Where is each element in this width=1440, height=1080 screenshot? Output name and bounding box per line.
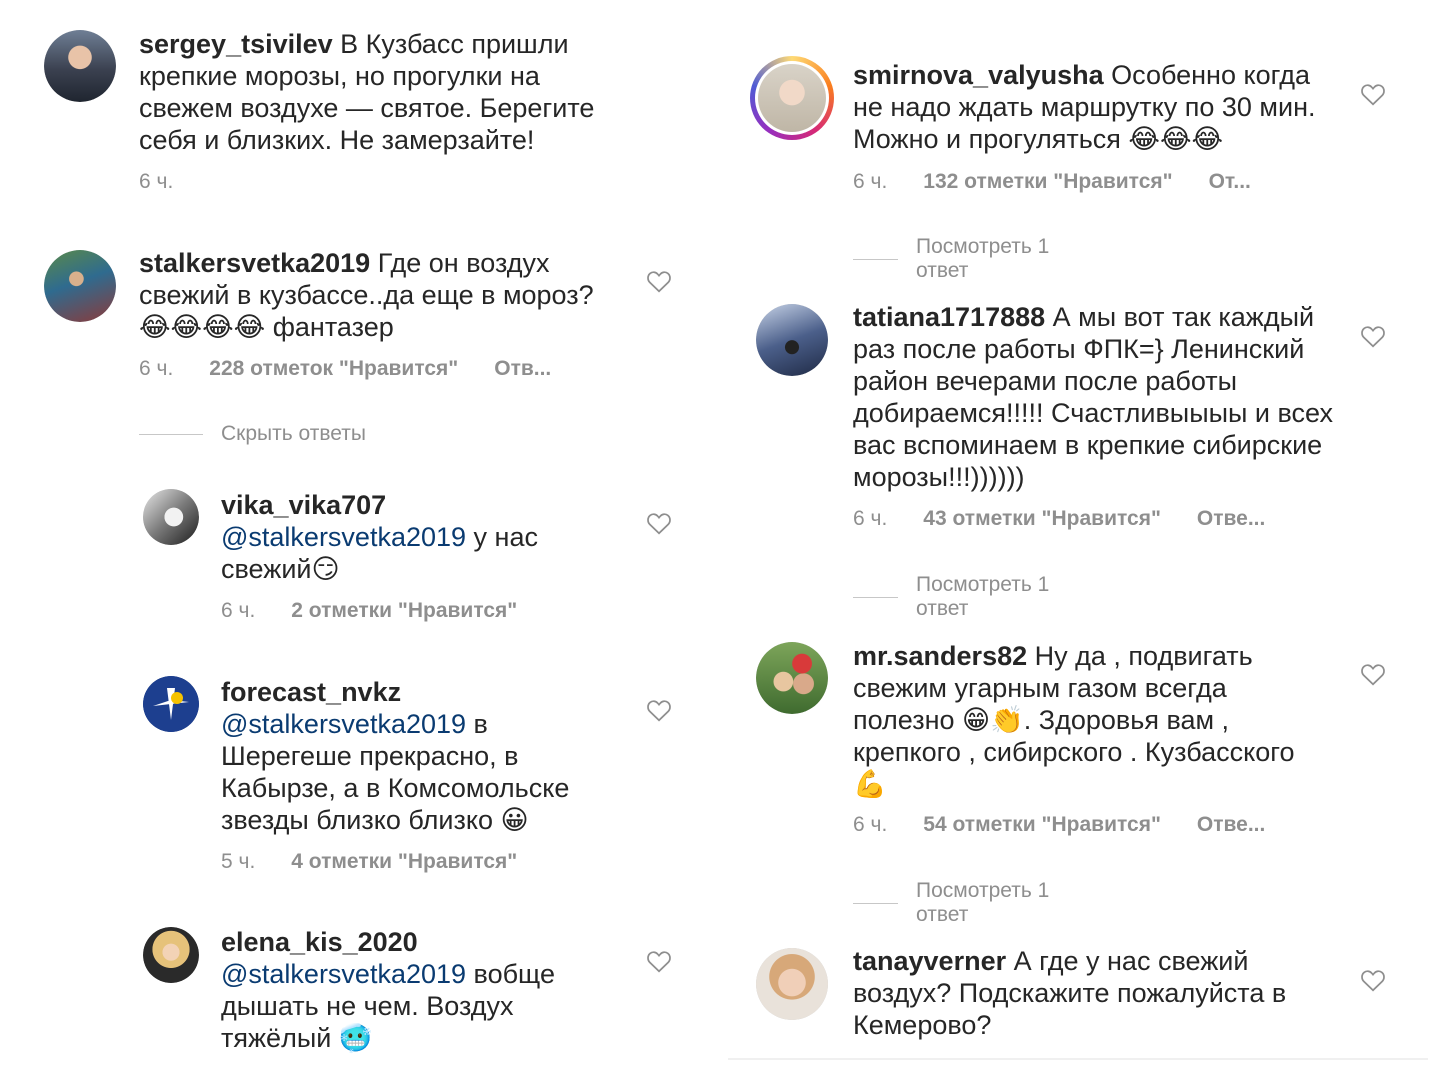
right-screenshot-panel: smirnova_valyusha Особенно когда не надо…: [722, 0, 1440, 1080]
reply-button[interactable]: Отве...: [1197, 813, 1265, 836]
mention-link[interactable]: @stalkersvetka2019: [221, 522, 466, 552]
comment-username[interactable]: elena_kis_2020: [221, 927, 418, 957]
heart-outline-icon: [1361, 970, 1385, 992]
like-button[interactable]: [1360, 968, 1386, 992]
comment-username[interactable]: mr.sanders82: [853, 641, 1027, 671]
reply-button[interactable]: Отве...: [1197, 507, 1265, 530]
heart-outline-icon: [1361, 664, 1385, 686]
avatar[interactable]: [143, 489, 199, 545]
view-replies-button[interactable]: Посмотреть 1 ответ: [853, 235, 1051, 283]
view-replies-button[interactable]: Посмотреть 1 ответ: [853, 573, 1051, 621]
hide-replies-button[interactable]: Скрыть ответы: [139, 422, 366, 446]
thread-divider: [853, 902, 899, 904]
likes-count[interactable]: 2 отметки "Нравится": [291, 599, 517, 622]
heart-outline-icon: [647, 271, 671, 293]
comment-time[interactable]: 6 ч.: [853, 507, 887, 530]
comment-username[interactable]: stalkersvetka2019: [139, 248, 370, 278]
comment-time[interactable]: 6 ч.: [139, 170, 173, 193]
thread-divider: [853, 258, 899, 260]
like-button[interactable]: [1360, 662, 1386, 686]
avatar-with-story[interactable]: [750, 56, 834, 140]
likes-count[interactable]: 54 отметки "Нравится": [923, 813, 1161, 836]
view-replies-label: Посмотреть 1 ответ: [916, 573, 1050, 620]
view-replies-label: Посмотреть 1 ответ: [916, 235, 1050, 282]
avatar[interactable]: [756, 642, 828, 714]
comment-time[interactable]: 5 ч.: [221, 850, 255, 873]
like-button[interactable]: [646, 949, 672, 973]
likes-count[interactable]: 228 отметок "Нравится": [209, 357, 458, 380]
forecast-logo-icon: [143, 676, 199, 732]
comment-time[interactable]: 6 ч.: [139, 357, 173, 380]
avatar[interactable]: [44, 250, 116, 322]
avatar[interactable]: [143, 676, 199, 732]
avatar[interactable]: [756, 948, 828, 1020]
avatar[interactable]: [756, 304, 828, 376]
heart-outline-icon: [1361, 326, 1385, 348]
heart-outline-icon: [647, 951, 671, 973]
like-button[interactable]: [646, 511, 672, 535]
cropped-edge: [728, 1058, 1428, 1060]
hide-replies-label: Скрыть ответы: [221, 422, 366, 445]
comment-time[interactable]: 6 ч.: [221, 599, 255, 622]
like-button[interactable]: [646, 698, 672, 722]
heart-outline-icon: [1361, 84, 1385, 106]
avatar[interactable]: [143, 927, 199, 983]
like-button[interactable]: [1360, 324, 1386, 348]
comment-username[interactable]: forecast_nvkz: [221, 677, 401, 707]
like-button[interactable]: [1360, 82, 1386, 106]
reply-button[interactable]: От...: [1209, 170, 1251, 193]
thread-divider: [139, 433, 203, 435]
likes-count[interactable]: 4 отметки "Нравится": [291, 850, 517, 873]
reply-button[interactable]: Отв...: [494, 357, 551, 380]
likes-count[interactable]: 43 отметки "Нравится": [923, 507, 1161, 530]
heart-outline-icon: [647, 513, 671, 535]
heart-outline-icon: [647, 700, 671, 722]
left-screenshot-panel: sergey_tsivilev В Кузбасс пришли крепкие…: [0, 0, 705, 1080]
comment-username[interactable]: sergey_tsivilev: [139, 29, 333, 59]
column-gap: [705, 0, 722, 1080]
like-button[interactable]: [646, 269, 672, 293]
comment-username[interactable]: tatiana1717888: [853, 302, 1045, 332]
likes-count[interactable]: 132 отметки "Нравится": [923, 170, 1172, 193]
mention-link[interactable]: @stalkersvetka2019: [221, 709, 466, 739]
comment-username[interactable]: smirnova_valyusha: [853, 60, 1104, 90]
avatar[interactable]: [44, 30, 116, 102]
mention-link[interactable]: @stalkersvetka2019: [221, 959, 466, 989]
comment-time[interactable]: 6 ч.: [853, 813, 887, 836]
comment-username[interactable]: vika_vika707: [221, 490, 386, 520]
view-replies-label: Посмотреть 1 ответ: [916, 879, 1050, 926]
comment-username[interactable]: tanayverner: [853, 946, 1006, 976]
comment-time[interactable]: 6 ч.: [853, 170, 887, 193]
view-replies-button[interactable]: Посмотреть 1 ответ: [853, 879, 1051, 927]
thread-divider: [853, 596, 899, 598]
